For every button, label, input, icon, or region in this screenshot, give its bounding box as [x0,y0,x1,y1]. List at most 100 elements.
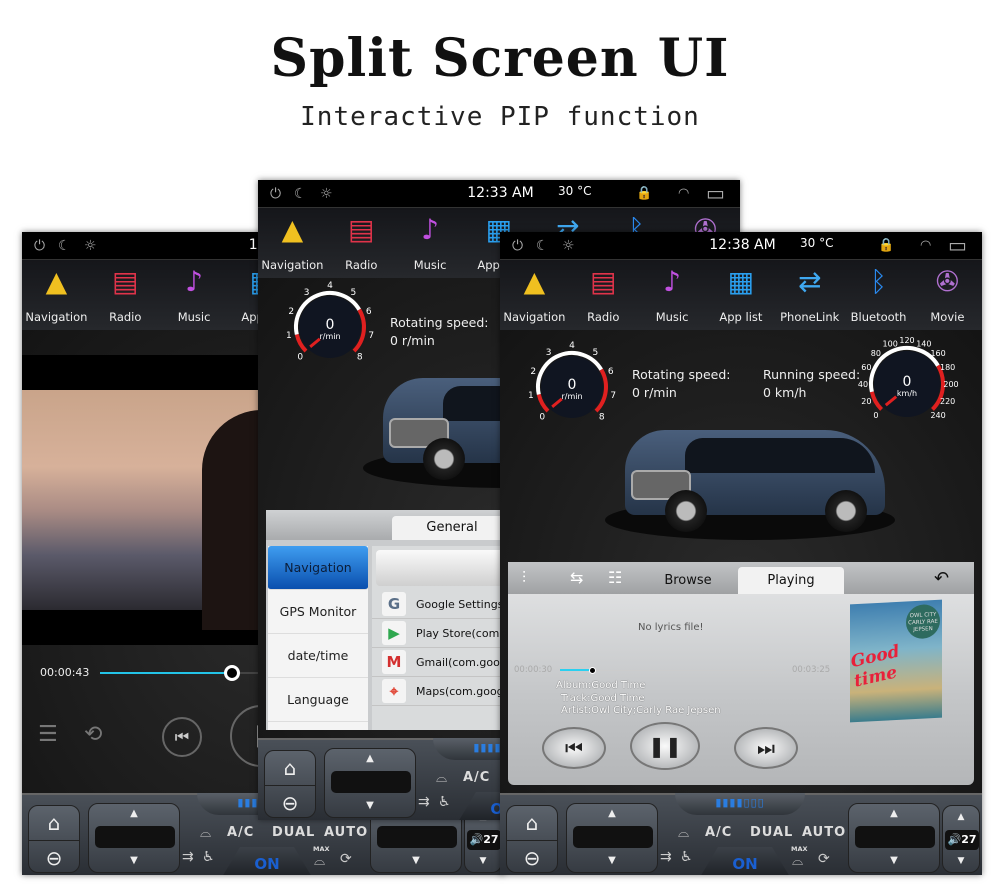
playlist-icon[interactable]: ☰ [38,722,58,747]
music-seek-handle[interactable] [589,667,597,674]
music-seek-fill [560,669,593,671]
window-switch-icon[interactable]: ▭ [706,181,725,205]
tab-general[interactable]: General [392,516,512,540]
dual-button[interactable]: DUAL [750,825,793,840]
app-radio[interactable]: ▤ Radio [91,260,160,330]
list-view-icon[interactable]: ☷ [608,568,622,587]
rotating-speed-label: Rotating speed: [632,367,731,382]
temp-up-icon[interactable]: ▲ [89,808,179,819]
home-icon[interactable]: ⌂ [265,751,315,785]
brightness-icon[interactable]: ☼ [320,186,333,202]
settings-menu-item[interactable]: date/time [268,634,368,678]
video-seek-handle[interactable] [224,665,240,681]
app-movie[interactable]: ✇ Movie [913,260,982,330]
airflow-direction-icon[interactable]: ⇉ [418,794,430,810]
gauge-tick-label: 1 [286,331,292,341]
volume-control: ▲ 🔊27 ▼ [942,805,980,873]
temp-down-icon[interactable]: ▼ [89,855,179,866]
settings-menu-item[interactable]: GPS Monitor [268,590,368,634]
app-music[interactable]: ♪ Music [396,208,465,278]
night-mode-icon[interactable]: ☾ [294,186,307,202]
back-arrow-icon[interactable]: ↶ [934,568,949,589]
front-defrost-icon[interactable]: ⌓ [678,825,689,841]
volume-down-icon[interactable]: ▼ [465,856,501,866]
gauge-value: 0 [326,317,335,333]
tab-playing[interactable]: Playing [738,567,844,594]
auto-button[interactable]: AUTO [324,825,368,840]
volume-up-icon[interactable]: ▲ [943,812,979,822]
temp-up-icon[interactable]: ▲ [849,808,939,819]
vehicle-win [685,438,875,473]
next-track-button[interactable]: ⏭ [734,727,798,769]
seat-airflow-icon[interactable]: ♿ [202,849,215,865]
front-defrost-icon[interactable]: ⌓ [200,825,211,841]
volume-down-icon[interactable]: ▼ [943,856,979,866]
wifi-icon[interactable]: ◠ [678,186,689,201]
temp-down-icon[interactable]: ▼ [567,855,657,866]
front-defrost-icon[interactable]: ⌓ [436,770,447,786]
home-icon[interactable]: ⌂ [507,806,557,840]
play-store-icon: ▶ [382,621,406,645]
navigation-arrow-icon: ▲ [523,265,546,298]
temp-up-icon[interactable]: ▲ [325,753,415,764]
previous-track-button[interactable]: ⏮ [542,727,606,769]
lock-icon[interactable]: 🔒 [636,186,652,201]
ac-button[interactable]: A/C [463,770,490,785]
night-mode-icon[interactable]: ☾ [536,238,549,254]
on-button[interactable]: ON [700,847,790,875]
rear-defrost-icon[interactable]: ⌓ [314,853,325,869]
app-phonelink[interactable]: ⇄ PhoneLink [775,260,844,330]
temp-down-icon[interactable]: ▼ [849,855,939,866]
dual-button[interactable]: DUAL [272,825,315,840]
repeat-icon[interactable]: ⟲ [84,722,102,747]
tab-browse[interactable]: Browse [638,567,738,594]
ac-button[interactable]: A/C [227,825,254,840]
back-icon[interactable]: ⊖ [265,785,315,819]
equalizer-icon[interactable]: ⫶ [522,568,526,588]
lock-icon[interactable]: 🔒 [878,238,894,253]
brightness-icon[interactable]: ☼ [84,238,97,254]
app-bluetooth[interactable]: ᛒ Bluetooth [844,260,913,330]
brightness-icon[interactable]: ☼ [562,238,575,254]
temp-up-icon[interactable]: ▲ [567,808,657,819]
recirculation-icon[interactable]: ⟳ [818,851,830,867]
recirculation-icon[interactable]: ⟳ [340,851,352,867]
pause-button[interactable]: ❚❚ [630,722,700,770]
seat-airflow-icon[interactable]: ♿ [680,849,693,865]
artist-info: Artist:Owl City;Carly Rae Jepsen [561,705,721,716]
wifi-icon[interactable]: ◠ [920,238,931,253]
back-icon[interactable]: ⊖ [29,840,79,874]
settings-menu-item[interactable]: Language [268,678,368,722]
album-info: Album:Good Time [556,680,646,691]
app-radio[interactable]: ▤ Radio [569,260,638,330]
ac-button[interactable]: A/C [705,825,732,840]
window-switch-icon[interactable]: ▭ [948,233,967,257]
airflow-direction-icon[interactable]: ⇉ [182,849,194,865]
auto-button[interactable]: AUTO [802,825,846,840]
seat-airflow-icon[interactable]: ♿ [438,794,451,810]
previous-button[interactable]: ⏮ [162,717,202,757]
power-icon[interactable]: ⏻ [34,238,45,254]
airflow-direction-icon[interactable]: ⇉ [660,849,672,865]
settings-menu-item[interactable]: Navigation [268,546,368,590]
app-radio[interactable]: ▤ Radio [327,208,396,278]
power-icon[interactable]: ⏻ [270,186,281,202]
app-music[interactable]: ♪ Music [160,260,229,330]
app-navigation[interactable]: ▲ Navigation [22,260,91,330]
shuffle-icon[interactable]: ⇆ [570,568,583,587]
back-icon[interactable]: ⊖ [507,840,557,874]
fan-speed-indicator[interactable]: ▮▮▮▮▯▯▯ [675,793,805,815]
on-button[interactable]: ON [222,847,312,875]
app-navigation[interactable]: ▲ Navigation [258,208,327,278]
rear-defrost-icon[interactable]: ⌓ [792,853,803,869]
app-list-label: Google Settings [416,597,504,611]
app-navigation[interactable]: ▲ Navigation [500,260,569,330]
app-app-list[interactable]: ▦ App list [706,260,775,330]
night-mode-icon[interactable]: ☾ [58,238,71,254]
temp-down-icon[interactable]: ▼ [325,800,415,811]
power-icon[interactable]: ⏻ [512,238,523,254]
app-music[interactable]: ♪ Music [638,260,707,330]
home-icon[interactable]: ⌂ [29,806,79,840]
music-seek-bar[interactable] [560,667,776,674]
temp-down-icon[interactable]: ▼ [371,855,461,866]
